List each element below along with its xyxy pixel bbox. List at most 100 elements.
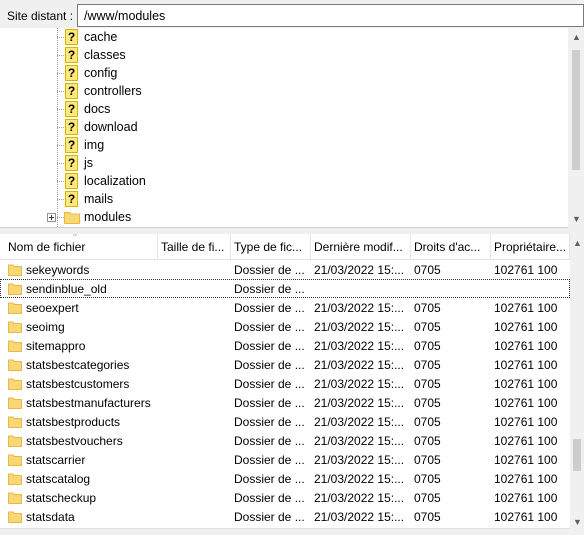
file-row[interactable]: statscatalog Dossier de ... 21/03/2022 15:… xyxy=(0,469,570,488)
scroll-up-arrow-icon[interactable]: ▲ xyxy=(573,238,582,248)
cell-modified: 21/03/2022 15:... xyxy=(314,396,405,410)
col-header-type[interactable]: Type de fic... xyxy=(234,234,311,260)
tree-item-label: config xyxy=(84,66,118,80)
sort-ascending-icon: ^ xyxy=(73,234,77,241)
remote-directory-tree: ? cache? classes? config? controllers? docs? d… xyxy=(0,28,584,228)
cell-owner: 102761 100 xyxy=(494,339,558,353)
expand-plus-icon[interactable] xyxy=(47,213,56,222)
tree-vertical-scrollbar[interactable]: ▲ ▼ xyxy=(568,28,584,228)
scroll-up-arrow-icon[interactable]: ▲ xyxy=(572,32,581,42)
cell-owner: 102761 100 xyxy=(494,320,558,334)
folder-icon xyxy=(8,321,22,333)
col-header-name[interactable]: Nom de fichier xyxy=(8,234,158,260)
tree-item-download[interactable]: ? download xyxy=(0,118,568,136)
file-list-horizontal-scrollbar[interactable] xyxy=(0,528,570,535)
cell-modified: 21/03/2022 15:... xyxy=(314,510,405,524)
cell-perms: 0705 xyxy=(414,339,441,353)
cell-type: Dossier de ... xyxy=(234,263,305,277)
col-header-permissions[interactable]: Droits d'ac... xyxy=(414,234,491,260)
tree-item-localization[interactable]: ? localization xyxy=(0,172,568,190)
file-row[interactable]: seoimg Dossier de ... 21/03/2022 15:... 070… xyxy=(0,317,570,336)
tree-item-label: mails xyxy=(84,192,114,206)
folder-icon xyxy=(8,378,22,390)
folder-icon xyxy=(8,492,22,504)
cell-perms: 0705 xyxy=(414,491,441,505)
col-header-modified[interactable]: Dernière modif... xyxy=(314,234,411,260)
cell-perms: 0705 xyxy=(414,377,441,391)
cell-name: statscarrier xyxy=(26,453,86,467)
cell-owner: 102761 100 xyxy=(494,396,558,410)
tree-item-img[interactable]: ? img xyxy=(0,136,568,154)
cell-type: Dossier de ... xyxy=(234,358,305,372)
cell-name: statsdata xyxy=(26,510,75,524)
tree-item-js[interactable]: ? js xyxy=(0,154,568,172)
tree-item-label: js xyxy=(84,156,94,170)
question-folder-icon: ? xyxy=(65,47,78,63)
file-row[interactable]: statscheckup Dossier de ... 21/03/2022 15:… xyxy=(0,488,570,507)
file-row[interactable]: statsbestmanufacturers Dossier de ... 21/0… xyxy=(0,393,570,412)
cell-perms: 0705 xyxy=(414,434,441,448)
tree-item-modules[interactable]: modules xyxy=(0,208,568,226)
tree-item-config[interactable]: ? config xyxy=(0,64,568,82)
cell-owner: 102761 100 xyxy=(494,453,558,467)
tree-connector xyxy=(57,217,64,218)
col-header-owner[interactable]: Propriétaire... xyxy=(494,234,570,260)
file-row[interactable]: sendinblue_old Dossier de ... xyxy=(0,279,570,298)
remote-path-input[interactable]: /www/modules xyxy=(77,4,584,27)
file-list-scrollbar-thumb[interactable] xyxy=(573,439,581,471)
file-list-vertical-scrollbar[interactable]: ▲ ▼ xyxy=(570,234,584,535)
cell-perms: 0705 xyxy=(414,472,441,486)
cell-name: sendinblue_old xyxy=(26,282,107,296)
file-row[interactable]: sitemappro Dossier de ... 21/03/2022 15:..… xyxy=(0,336,570,355)
question-folder-icon: ? xyxy=(65,83,78,99)
col-header-size[interactable]: Taille de fi... xyxy=(161,234,231,260)
scroll-down-arrow-icon[interactable]: ▼ xyxy=(572,214,581,224)
question-folder-icon: ? xyxy=(65,173,78,189)
cell-type: Dossier de ... xyxy=(234,472,305,486)
remote-site-bar: Site distant : /www/modules xyxy=(0,0,584,30)
cell-owner: 102761 100 xyxy=(494,415,558,429)
tree-scrollbar-thumb[interactable] xyxy=(572,50,580,170)
cell-owner: 102761 100 xyxy=(494,434,558,448)
file-row[interactable]: statsdata Dossier de ... 21/03/2022 15:...… xyxy=(0,507,570,526)
remote-path-value[interactable]: /www/modules xyxy=(84,9,165,23)
file-row[interactable]: statsbestproducts Dossier de ... 21/03/202… xyxy=(0,412,570,431)
cell-modified: 21/03/2022 15:... xyxy=(314,301,405,315)
remote-file-list: Nom de fichier Taille de fi... Type de fic… xyxy=(0,234,584,535)
cell-name: statsbestcategories xyxy=(26,358,130,372)
folder-icon xyxy=(8,473,22,485)
cell-perms: 0705 xyxy=(414,453,441,467)
tree-item-label: classes xyxy=(84,48,126,62)
tree-item-controllers[interactable]: ? controllers xyxy=(0,82,568,100)
folder-icon xyxy=(8,359,22,371)
cell-modified: 21/03/2022 15:... xyxy=(314,415,405,429)
cell-name: statsbestcustomers xyxy=(26,377,130,391)
tree-item-cache[interactable]: ? cache xyxy=(0,28,568,46)
file-row[interactable]: seoexpert Dossier de ... 21/03/2022 15:...… xyxy=(0,298,570,317)
cell-owner: 102761 100 xyxy=(494,491,558,505)
cell-perms: 0705 xyxy=(414,263,441,277)
tree-item-mails[interactable]: ? mails xyxy=(0,190,568,208)
cell-name: statsbestproducts xyxy=(26,415,121,429)
tree-item-classes[interactable]: ? classes xyxy=(0,46,568,64)
file-row[interactable]: statsbestvouchers Dossier de ... 21/03/202… xyxy=(0,431,570,450)
file-row[interactable]: statsbestcategories Dossier de ... 21/03/2… xyxy=(0,355,570,374)
scroll-down-arrow-icon[interactable]: ▼ xyxy=(573,517,582,527)
cell-type: Dossier de ... xyxy=(234,282,305,296)
cell-type: Dossier de ... xyxy=(234,453,305,467)
tree-connector xyxy=(57,37,64,38)
file-row[interactable]: statsbestcustomers Dossier de ... 21/03/20… xyxy=(0,374,570,393)
tree-item-label: modules xyxy=(84,210,132,224)
cell-type: Dossier de ... xyxy=(234,339,305,353)
question-folder-icon: ? xyxy=(65,101,78,117)
tree-connector xyxy=(57,199,64,200)
file-row[interactable]: statscarrier Dossier de ... 21/03/2022 15:… xyxy=(0,450,570,469)
remote-site-label: Site distant : xyxy=(7,9,74,23)
folder-icon xyxy=(8,340,22,352)
question-folder-icon: ? xyxy=(65,29,78,45)
file-row[interactable]: sekeywords Dossier de ... 21/03/2022 15:..… xyxy=(0,260,570,279)
cell-name: seoexpert xyxy=(26,301,79,315)
tree-item-docs[interactable]: ? docs xyxy=(0,100,568,118)
tree-connector xyxy=(57,109,64,110)
cell-modified: 21/03/2022 15:... xyxy=(314,320,405,334)
